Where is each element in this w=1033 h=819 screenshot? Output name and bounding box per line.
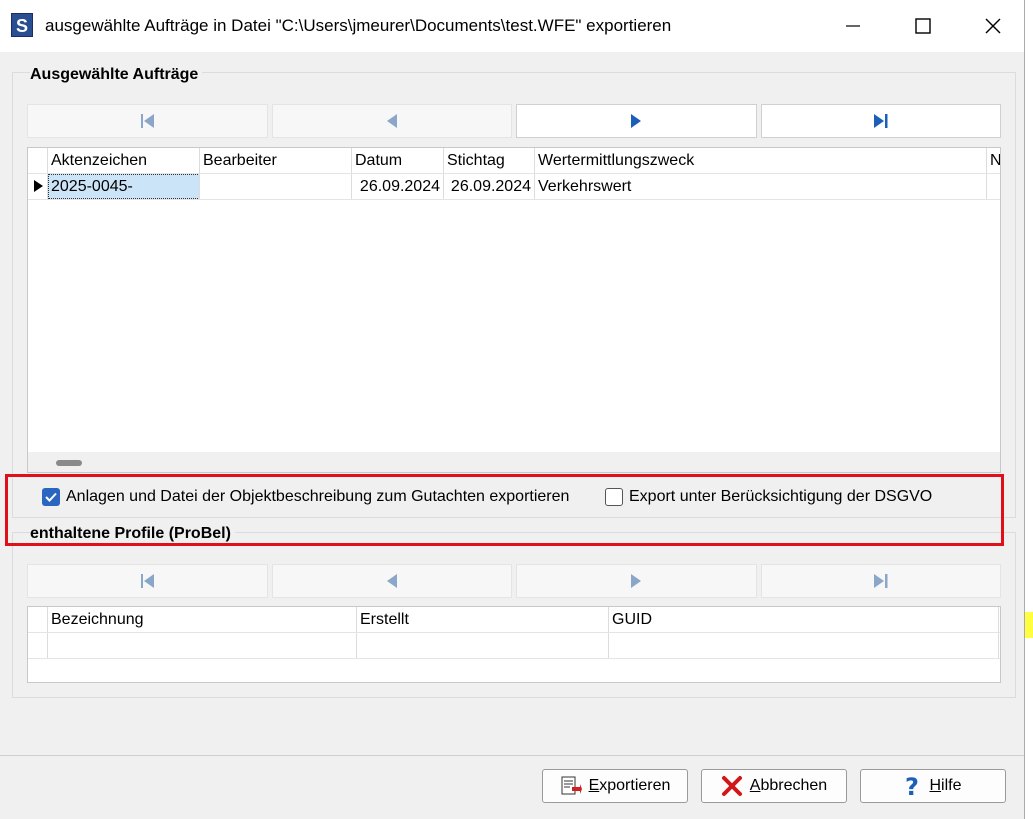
scrollbar-thumb[interactable] [56, 460, 82, 466]
column-header-stichtag[interactable]: Stichtag [444, 148, 535, 173]
cell-bearbeiter[interactable] [200, 174, 352, 199]
cell-wertermittlungszweck[interactable]: Verkehrswert [535, 174, 987, 199]
cell-stichtag[interactable]: 26.09.2024 [444, 174, 535, 199]
row-indicator [28, 633, 48, 658]
help-question-icon: ? [905, 774, 919, 798]
table-header-row: Bezeichnung Erstellt GUID [28, 607, 1000, 633]
auftraege-navigator [27, 104, 1001, 138]
column-header-datum[interactable]: Datum [352, 148, 444, 173]
table-row[interactable] [28, 633, 1000, 659]
prev-record-icon [386, 114, 397, 128]
row-indicator-header [28, 607, 48, 632]
column-header-aktenzeichen[interactable]: Aktenzeichen [48, 148, 200, 173]
profile-table: Bezeichnung Erstellt GUID [27, 606, 1001, 683]
row-pointer-icon [34, 180, 43, 192]
auftraege-table: Aktenzeichen Bearbeiter Datum Stichtag W… [27, 147, 1001, 473]
cancel-button[interactable]: Abbrechen [701, 769, 847, 803]
nav-next-button[interactable] [516, 104, 757, 138]
minimize-button[interactable] [818, 0, 888, 52]
next-record-icon [631, 114, 642, 128]
background-highlight [1024, 612, 1033, 638]
column-header-erstellt[interactable]: Erstellt [357, 607, 609, 632]
export-button[interactable]: Exportieren [542, 769, 688, 803]
cell-aktenzeichen-value: 2025-0045- [48, 174, 199, 199]
help-label: Hilfe [929, 777, 962, 794]
cell-datum[interactable]: 26.09.2024 [352, 174, 444, 199]
cell-erstellt[interactable] [357, 633, 609, 658]
cell-guid[interactable] [609, 633, 999, 658]
profile-nav-first-button[interactable] [27, 564, 268, 598]
cell-aktenzeichen[interactable]: 2025-0045- [48, 174, 200, 199]
maximize-button[interactable] [888, 0, 958, 52]
column-header-guid[interactable]: GUID [609, 607, 999, 632]
highlight-annotation [5, 474, 1004, 546]
profile-navigator [27, 564, 1001, 598]
horizontal-scrollbar[interactable] [28, 452, 1000, 472]
footer-divider [0, 755, 1024, 756]
profile-nav-last-button[interactable] [760, 564, 1001, 598]
column-header-bearbeiter[interactable]: Bearbeiter [200, 148, 352, 173]
auftraege-section-title: Ausgewählte Aufträge [30, 66, 203, 84]
nav-prev-button[interactable] [271, 104, 512, 138]
first-record-icon [141, 114, 155, 128]
close-button[interactable] [958, 0, 1028, 52]
title-bar: S ausgewählte Aufträge in Datei "C:\User… [0, 0, 1024, 52]
nav-last-button[interactable] [760, 104, 1001, 138]
export-dialog: S ausgewählte Aufträge in Datei "C:\User… [0, 0, 1024, 819]
window-title: ausgewählte Aufträge in Datei "C:\Users\… [45, 16, 672, 35]
last-record-icon [873, 574, 888, 588]
cell-n[interactable] [987, 174, 1000, 199]
table-row[interactable]: 2025-0045- 26.09.2024 26.09.2024 Verkehr… [28, 174, 1000, 200]
svg-text:?: ? [905, 774, 919, 798]
app-icon: S [11, 13, 33, 37]
column-header-bezeichnung[interactable]: Bezeichnung [48, 607, 357, 632]
maximize-icon [915, 18, 931, 34]
cell-bezeichnung[interactable] [48, 633, 357, 658]
row-indicator-header [28, 148, 48, 173]
minimize-icon [846, 25, 860, 27]
prev-record-icon [386, 574, 397, 588]
last-record-icon [873, 114, 888, 128]
column-header-n[interactable]: N [987, 148, 1000, 173]
next-record-icon [631, 574, 642, 588]
help-button[interactable]: ? Hilfe [860, 769, 1006, 803]
profile-nav-prev-button[interactable] [271, 564, 512, 598]
export-label: Exportieren [588, 777, 671, 794]
export-icon [561, 776, 582, 795]
current-row-indicator [28, 174, 48, 199]
background-window-strip [1024, 0, 1033, 819]
table-header-row: Aktenzeichen Bearbeiter Datum Stichtag W… [28, 148, 1000, 174]
cancel-label: Abbrechen [749, 777, 828, 794]
close-icon [985, 18, 1001, 34]
profile-nav-next-button[interactable] [516, 564, 757, 598]
nav-first-button[interactable] [27, 104, 268, 138]
column-header-wertermittlungszweck[interactable]: Wertermittlungszweck [535, 148, 987, 173]
first-record-icon [141, 574, 155, 588]
cancel-x-icon [721, 776, 742, 796]
